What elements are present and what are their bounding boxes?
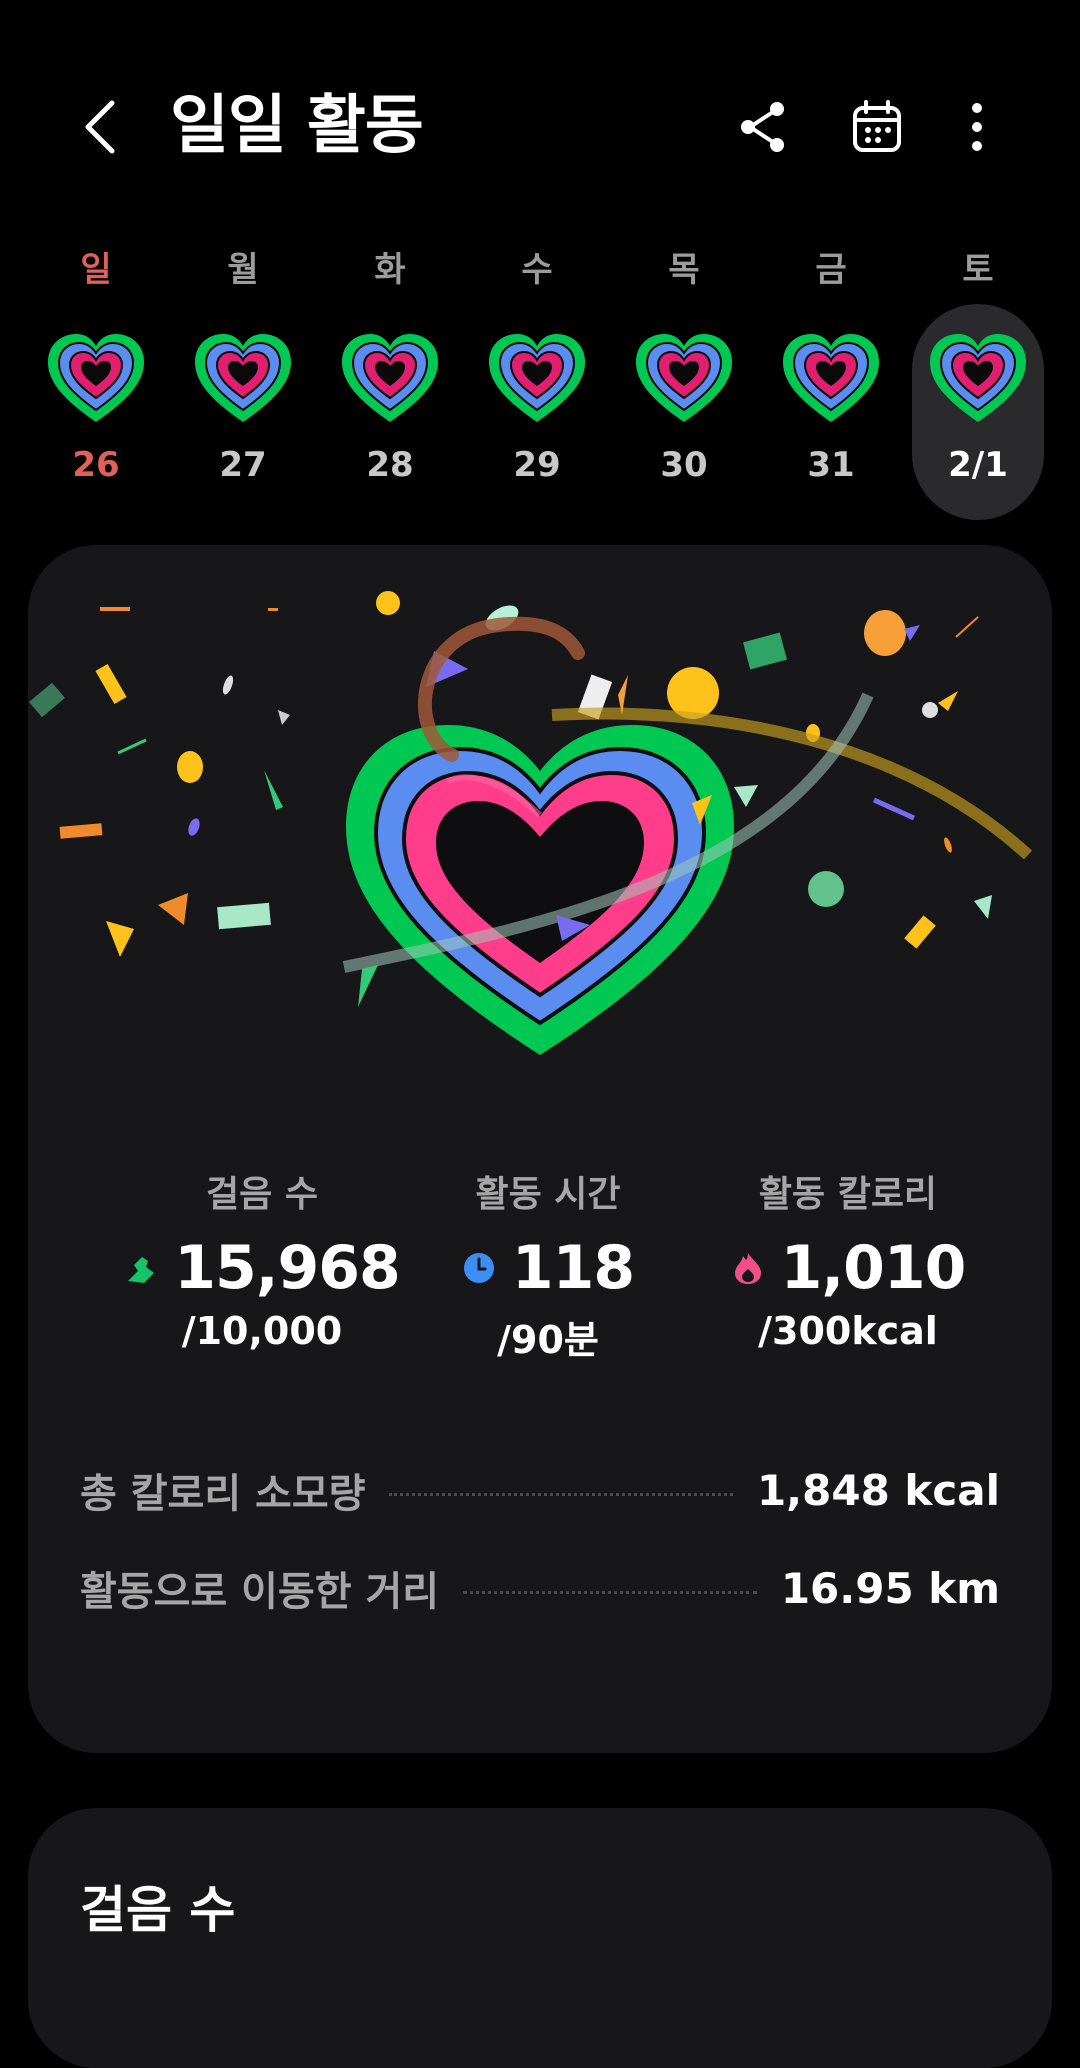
back-arrow-icon [85,100,115,154]
daily-activity-card: 걸음 수 15,968 /10,000 활동 시간 118 /90분 활동 칼로… [28,545,1052,1753]
active-time-stat[interactable]: 활동 시간 118 /90분 [398,1165,698,1364]
flame-icon [731,1251,765,1285]
active-time-label: 활동 시간 [475,1174,621,1215]
day-date: 27 [219,445,267,485]
day-name: 월 [227,250,259,290]
day-date: 2/1 [948,445,1008,485]
dotted-leader [389,1492,733,1496]
celebration-heart-illustration [29,591,1033,1055]
day-date: 31 [807,445,855,485]
activity-heart-icon [783,334,879,422]
shoe-icon [124,1251,158,1285]
more-options-button[interactable] [942,92,1012,162]
day-name: 목 [668,250,700,290]
calendar-icon [853,100,901,152]
steps-label: 걸음 수 [206,1174,318,1215]
share-button[interactable] [728,92,798,162]
activity-heart-icon [48,334,144,422]
activity-heart-icon [489,334,585,422]
steps-value: 15,968 [174,1233,401,1303]
day-item-sat-selected[interactable]: 토 2/1 [912,230,1044,520]
day-date: 28 [366,445,414,485]
day-item-mon[interactable]: 월 27 [177,230,309,520]
distance-label: 활동으로 이동한 거리 [80,1569,440,1615]
share-icon [741,102,784,152]
page-title: 일일 활동 [170,89,424,163]
total-calories-row: 총 칼로리 소모량 1,848 kcal [80,1460,1000,1520]
active-time-value: 118 [511,1233,635,1303]
activity-heart-icon [636,334,732,422]
day-name: 일 [80,250,112,290]
day-name: 수 [521,250,553,290]
steps-card[interactable]: 걸음 수 [28,1808,1052,2068]
active-calories-goal: /300kcal [758,1309,938,1353]
day-name: 토 [962,250,994,290]
total-calories-value: 1,848 kcal [756,1465,1000,1515]
week-selector: 일 26 월 27 화 28 수 29 목 30 금 31 토 2/1 [30,230,1050,530]
day-name: 금 [815,250,847,290]
activity-heart-icon [342,334,438,422]
active-calories-label: 활동 칼로리 [758,1174,938,1215]
active-calories-stat[interactable]: 활동 칼로리 1,010 /300kcal [698,1165,998,1353]
day-name: 화 [374,250,406,290]
day-date: 30 [660,445,708,485]
activity-heart-icon [195,334,291,422]
dotted-leader [463,1590,757,1594]
more-vertical-icon [972,103,982,151]
active-calories-value: 1,010 [780,1233,967,1303]
day-date: 29 [513,445,561,485]
steps-card-title: 걸음 수 [80,1881,236,1939]
active-time-goal: /90분 [497,1318,599,1362]
total-calories-label: 총 칼로리 소모량 [80,1471,366,1517]
steps-goal: /10,000 [181,1309,343,1353]
day-item-tue[interactable]: 화 28 [324,230,456,520]
clock-icon [462,1251,496,1285]
distance-value: 16.95 km [780,1563,1000,1613]
calendar-button[interactable] [842,92,912,162]
activity-stats: 걸음 수 15,968 /10,000 활동 시간 118 /90분 활동 칼로… [28,1165,1052,1365]
steps-stat[interactable]: 걸음 수 15,968 /10,000 [112,1165,412,1353]
app-header: 일일 활동 [0,0,1080,250]
day-item-thu[interactable]: 목 30 [618,230,750,520]
activity-heart-icon [930,334,1026,422]
day-item-fri[interactable]: 금 31 [765,230,897,520]
back-button[interactable] [70,92,130,162]
day-item-wed[interactable]: 수 29 [471,230,603,520]
distance-row: 활동으로 이동한 거리 16.95 km [80,1558,1000,1618]
day-item-sun[interactable]: 일 26 [30,230,162,520]
day-date: 26 [72,445,120,485]
